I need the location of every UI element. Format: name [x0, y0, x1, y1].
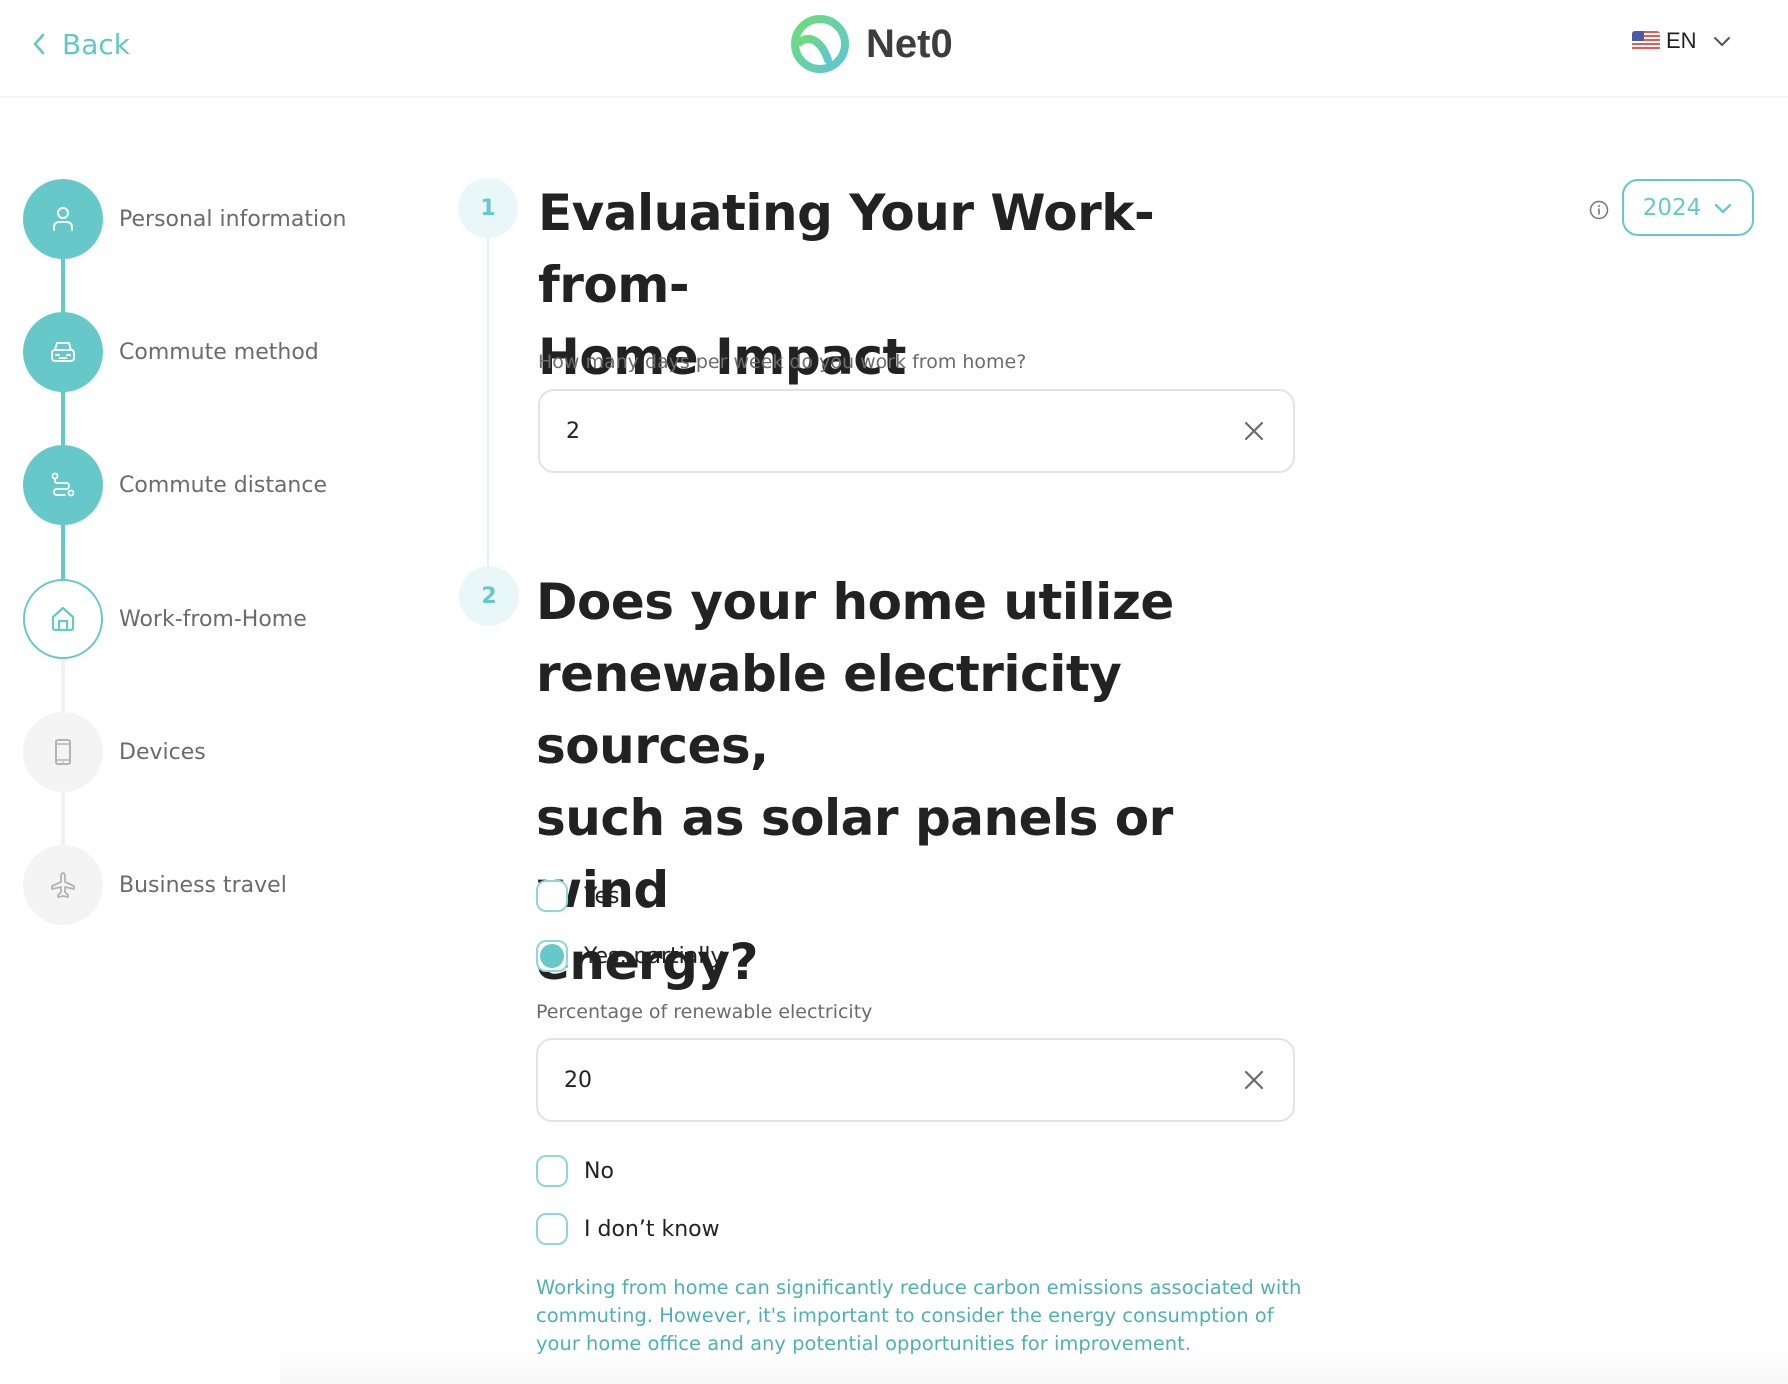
stepper-connector [61, 792, 65, 845]
info-icon[interactable] [1588, 199, 1610, 221]
stepper-connector [61, 659, 65, 712]
radio-button-selected[interactable] [536, 940, 568, 972]
step-label: Commute method [119, 339, 319, 365]
airplane-icon [51, 872, 75, 898]
option-yes-partially[interactable]: Yes, partially [536, 940, 723, 972]
step-label: Commute distance [119, 472, 328, 498]
us-flag-icon [1632, 31, 1660, 51]
year-value: 2024 [1642, 194, 1702, 221]
option-label: I don’t know [584, 1216, 720, 1242]
option-yes[interactable]: Yes [536, 880, 620, 912]
back-button[interactable]: Back [30, 22, 130, 66]
option-label: Yes [584, 883, 620, 909]
step-business-travel[interactable]: Business travel [23, 845, 287, 925]
language-selector[interactable]: EN [1632, 28, 1733, 54]
year-dropdown[interactable]: 2024 [1622, 179, 1754, 236]
step-label: Work-from-Home [119, 606, 307, 632]
phone-icon [55, 739, 71, 765]
back-label: Back [62, 27, 130, 61]
option-label: No [584, 1158, 614, 1184]
top-header: Back Net0 EN [0, 0, 1788, 98]
close-icon [1244, 1070, 1264, 1090]
clear-button[interactable] [1229, 1055, 1279, 1105]
home-icon [51, 606, 75, 632]
step-work-from-home[interactable]: Work-from-Home [23, 579, 307, 659]
step-commute-distance[interactable]: Commute distance [23, 445, 327, 525]
stepper-connector [61, 392, 65, 445]
option-dont-know[interactable]: I don’t know [536, 1213, 720, 1245]
clear-button[interactable] [1229, 406, 1279, 456]
input-value[interactable]: 20 [564, 1068, 1229, 1093]
footer-shadow [280, 1350, 1788, 1384]
info-note: Working from home can significantly redu… [536, 1276, 1302, 1355]
renewable-percentage-label: Percentage of renewable electricity [536, 1001, 873, 1023]
radio-button[interactable] [536, 880, 568, 912]
renewable-percentage-input[interactable]: 20 [536, 1038, 1295, 1122]
net0-logo-icon [791, 15, 849, 73]
step-label: Personal information [119, 206, 347, 232]
option-no[interactable]: No [536, 1155, 614, 1187]
chevron-down-icon [1715, 203, 1732, 213]
brand-logo[interactable]: Net0 [788, 12, 953, 76]
stepper-connector [61, 259, 65, 312]
input-value[interactable]: 2 [566, 419, 1229, 444]
step-label: Business travel [119, 872, 287, 898]
stepper-connector [61, 525, 65, 579]
step-personal-information[interactable]: Personal information [23, 179, 347, 259]
radio-button[interactable] [536, 1155, 568, 1187]
days-wfh-input[interactable]: 2 [538, 389, 1295, 473]
question-number-badge: 2 [459, 566, 519, 626]
car-icon [51, 342, 75, 362]
option-label: Yes, partially [584, 943, 724, 969]
brand-name: Net0 [866, 21, 953, 66]
close-icon [1244, 421, 1264, 441]
person-icon [53, 207, 73, 231]
step-commute-method[interactable]: Commute method [23, 312, 319, 392]
question-connector [487, 237, 489, 567]
chevron-down-icon [1713, 37, 1730, 46]
language-code: EN [1666, 28, 1697, 53]
chevron-left-icon [33, 33, 45, 55]
question-number-badge: 1 [458, 178, 518, 238]
step-label: Devices [119, 739, 206, 765]
radio-button[interactable] [536, 1213, 568, 1245]
route-icon [51, 472, 75, 497]
step-devices[interactable]: Devices [23, 712, 206, 792]
days-wfh-label: How many days per week do you work from … [538, 351, 1027, 373]
question-title: Does your home utilize renewable electri… [536, 573, 1174, 991]
